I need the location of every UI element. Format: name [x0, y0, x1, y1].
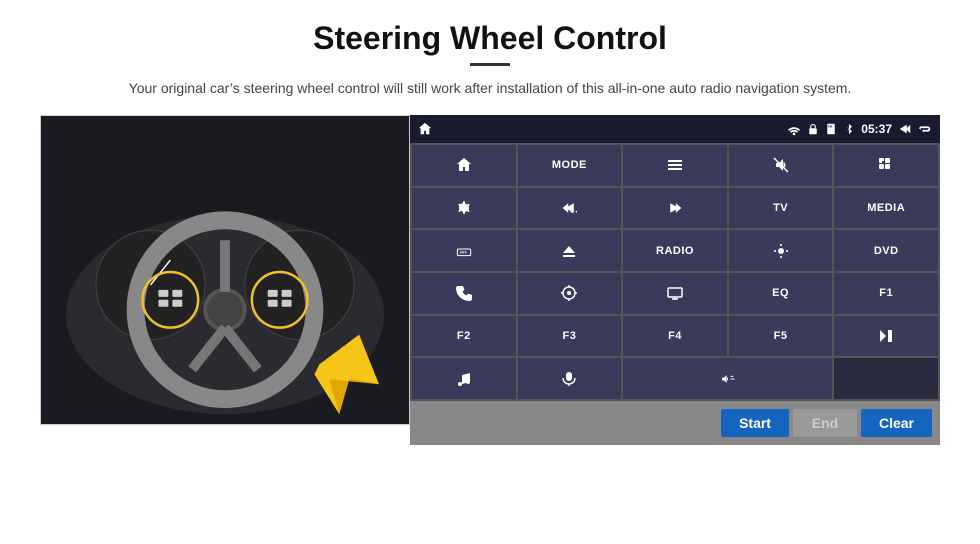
btn-mute[interactable] — [729, 145, 833, 186]
action-row: Start End Clear — [410, 401, 940, 445]
start-button[interactable]: Start — [721, 409, 789, 437]
status-time: 05:37 — [861, 122, 892, 136]
btn-mode[interactable]: MODE — [518, 145, 622, 186]
title-divider — [470, 63, 510, 66]
btn-screen[interactable] — [623, 273, 727, 314]
btn-home[interactable] — [412, 145, 516, 186]
btn-radio[interactable]: RADIO — [623, 230, 727, 271]
clear-button[interactable]: Clear — [861, 409, 932, 437]
btn-f5[interactable]: F5 — [729, 316, 833, 357]
btn-eject[interactable] — [518, 230, 622, 271]
btn-vol[interactable] — [623, 358, 832, 399]
control-panel: 05:37 MODE — [410, 115, 940, 445]
status-bar: 05:37 — [410, 115, 940, 143]
car-image — [40, 115, 410, 425]
btn-settings[interactable] — [412, 188, 516, 229]
bt-icon — [843, 123, 855, 135]
btn-gps[interactable] — [518, 273, 622, 314]
wifi-icon — [787, 122, 801, 136]
back-icon — [898, 122, 912, 136]
btn-dvd[interactable]: DVD — [834, 230, 938, 271]
return-icon — [918, 122, 932, 136]
status-right: 05:37 — [787, 122, 932, 136]
btn-f4[interactable]: F4 — [623, 316, 727, 357]
status-left — [418, 122, 432, 136]
btn-empty2 — [834, 358, 938, 399]
svg-text:◄◄: ◄◄ — [569, 210, 577, 215]
svg-text:360: 360 — [459, 249, 467, 254]
content-row: 05:37 MODE — [40, 115, 940, 445]
btn-eq[interactable]: EQ — [729, 273, 833, 314]
btn-f3[interactable]: F3 — [518, 316, 622, 357]
page-title: Steering Wheel Control — [313, 20, 667, 57]
btn-f2[interactable]: F2 — [412, 316, 516, 357]
btn-mic[interactable] — [518, 358, 622, 399]
btn-tv[interactable]: TV — [729, 188, 833, 229]
btn-next[interactable] — [623, 188, 727, 229]
page-subtitle: Your original car’s steering wheel contr… — [129, 78, 852, 99]
btn-360[interactable]: 360 — [412, 230, 516, 271]
btn-prev[interactable]: ◄◄ — [518, 188, 622, 229]
sd-icon — [825, 123, 837, 135]
btn-brightness[interactable] — [729, 230, 833, 271]
btn-playpause[interactable] — [834, 316, 938, 357]
btn-media[interactable]: MEDIA — [834, 188, 938, 229]
lock-icon — [807, 123, 819, 135]
btn-phone[interactable] — [412, 273, 516, 314]
end-button[interactable]: End — [793, 409, 857, 437]
home-status-icon — [418, 122, 432, 136]
btn-music[interactable] — [412, 358, 516, 399]
btn-apps[interactable] — [834, 145, 938, 186]
btn-f1[interactable]: F1 — [834, 273, 938, 314]
page-container: Steering Wheel Control Your original car… — [0, 0, 980, 544]
btn-menu-list[interactable] — [623, 145, 727, 186]
button-grid: MODE ◄◄ T — [410, 143, 940, 401]
